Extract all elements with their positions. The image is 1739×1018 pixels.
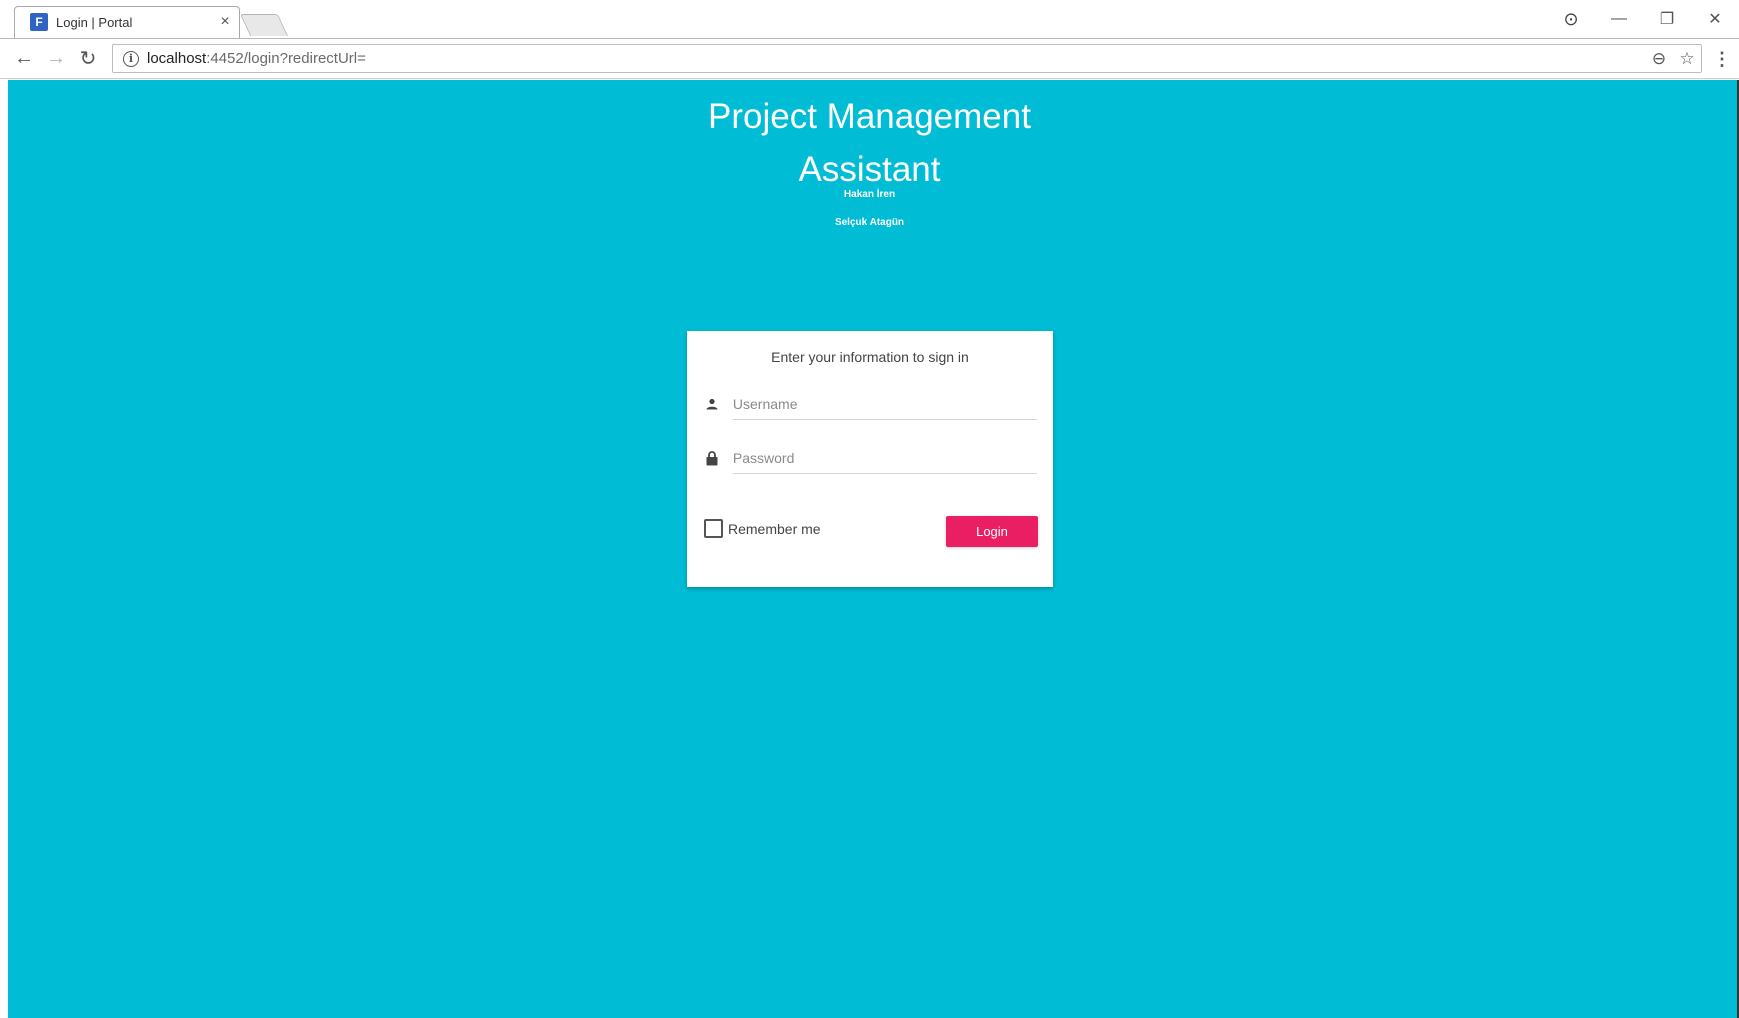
zoom-icon[interactable]: ⊖ (1645, 49, 1673, 69)
reload-icon[interactable]: ↻ (76, 46, 100, 70)
remember-me-label: Remember me (728, 520, 821, 537)
window-controls: ⊙ — ❐ ✕ (1547, 0, 1739, 38)
remember-me[interactable]: Remember me (704, 519, 821, 538)
site-info-icon[interactable]: i (123, 50, 139, 67)
author-name-2: Selçuk Atagün (834, 217, 905, 228)
login-card: Enter your information to sign in Rememb… (687, 331, 1053, 587)
browser-tab-content[interactable]: F Login | Portal × (20, 6, 246, 38)
username-field (703, 386, 1037, 422)
author-name-1: Hakan İren (843, 189, 896, 200)
username-input[interactable] (732, 388, 1037, 420)
browser-toolbar: ← → ↻ i localhost:4452/login?redirectUrl… (0, 38, 1739, 79)
profile-icon[interactable]: ⊙ (1547, 9, 1595, 30)
url-text[interactable]: localhost:4452/login?redirectUrl= (147, 50, 366, 67)
tab-title: Login | Portal (56, 14, 133, 30)
lock-icon (705, 450, 719, 465)
address-bar[interactable]: i localhost:4452/login?redirectUrl= ⊖ ☆ (112, 44, 1702, 73)
minimize-icon[interactable]: — (1595, 10, 1643, 28)
tab-strip: F Login | Portal × ⊙ — ❐ ✕ (0, 0, 1739, 38)
login-button[interactable]: Login (946, 516, 1038, 547)
password-field (703, 440, 1037, 476)
close-window-icon[interactable]: ✕ (1691, 9, 1739, 29)
tab-close-icon[interactable]: × (216, 13, 234, 31)
favicon-icon: F (30, 13, 48, 31)
new-tab-button[interactable] (239, 14, 289, 36)
hero: Project Management Assistant Hakan İren … (0, 90, 1739, 230)
password-input[interactable] (732, 442, 1037, 474)
omnibox-actions: ⊖ ☆ (1645, 49, 1701, 69)
forward-icon[interactable]: → (44, 46, 68, 70)
back-icon[interactable]: ← (12, 46, 36, 70)
url-host: localhost (147, 50, 207, 67)
app-title-line1: Project Management (708, 97, 1031, 136)
person-icon (705, 397, 719, 411)
bookmark-star-icon[interactable]: ☆ (1673, 49, 1701, 69)
browser-menu-icon[interactable]: ⋮ (1713, 48, 1731, 70)
login-card-header: Enter your information to sign in (771, 349, 969, 365)
remember-me-checkbox[interactable] (704, 519, 723, 538)
restore-icon[interactable]: ❐ (1643, 9, 1691, 29)
url-path: :4452/login?redirectUrl= (206, 50, 366, 67)
